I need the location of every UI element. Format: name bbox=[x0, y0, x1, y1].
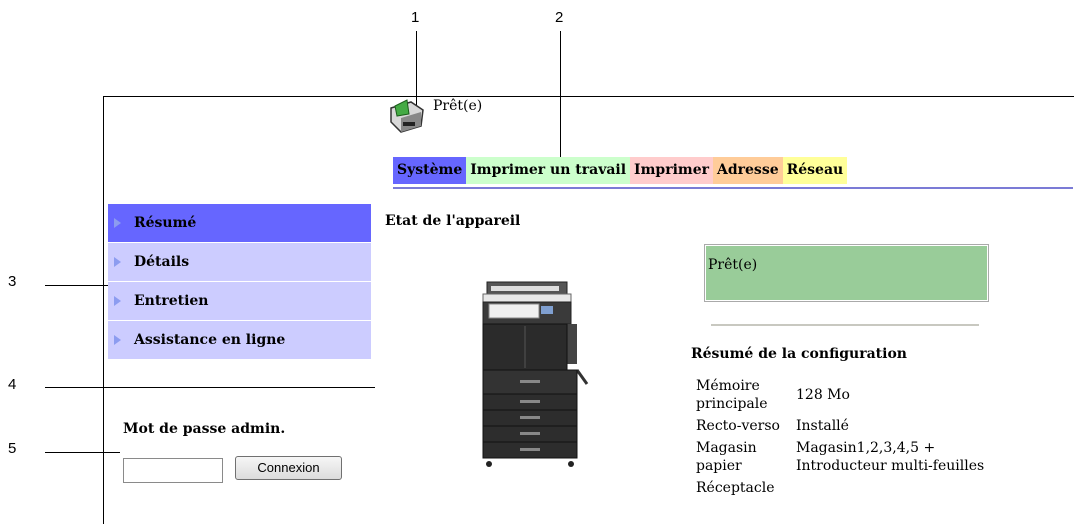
frame-left-line bbox=[103, 96, 104, 524]
tab-underline bbox=[393, 187, 1073, 189]
sidebar-item-label: Entretien bbox=[134, 293, 209, 309]
callout-1: 1 bbox=[411, 9, 420, 26]
tab-systeme[interactable]: Système bbox=[393, 157, 467, 184]
frame-top-line bbox=[103, 96, 1074, 97]
config-key: Magasin papier bbox=[696, 440, 757, 474]
callout-2: 2 bbox=[555, 9, 564, 26]
config-value: Installé bbox=[796, 418, 849, 434]
config-value: 128 Mo bbox=[796, 387, 850, 403]
login-button[interactable]: Connexion bbox=[235, 456, 342, 480]
arrow-right-icon bbox=[114, 218, 121, 228]
callout-5-leader bbox=[45, 452, 120, 453]
tab-adresse[interactable]: Adresse bbox=[713, 157, 783, 184]
table-row: Réceptacle bbox=[696, 477, 990, 499]
table-row: Mémoire principale 128 Mo bbox=[696, 375, 990, 415]
sidebar-item-assistance[interactable]: Assistance en ligne bbox=[108, 321, 371, 359]
callout-2-leader bbox=[560, 31, 561, 168]
printer-status-icon bbox=[387, 96, 427, 140]
tab-reseau[interactable]: Réseau bbox=[782, 157, 848, 184]
tab-imprimer[interactable]: Imprimer bbox=[630, 157, 713, 184]
arrow-right-icon bbox=[114, 296, 121, 306]
sidebar-item-label: Résumé bbox=[134, 215, 197, 231]
callout-1-leader bbox=[416, 31, 417, 106]
callout-4-leader bbox=[45, 387, 375, 388]
config-table: Mémoire principale 128 Mo Recto-verso In… bbox=[696, 375, 990, 499]
arrow-right-icon bbox=[114, 335, 121, 345]
sidebar-item-entretien[interactable]: Entretien bbox=[108, 282, 371, 320]
sidebar-item-resume[interactable]: Résumé bbox=[108, 204, 371, 242]
config-key: Mémoire principale bbox=[696, 378, 768, 412]
sidebar-item-details[interactable]: Détails bbox=[108, 243, 371, 281]
sidebar-item-label: Assistance en ligne bbox=[134, 332, 286, 348]
table-row: Magasin papier Magasin1,2,3,4,5 + Introd… bbox=[696, 437, 990, 477]
config-value: Magasin1,2,3,4,5 + Introducteur multi-fe… bbox=[796, 440, 985, 474]
tab-imprimer-un-travail[interactable]: Imprimer un travail bbox=[466, 157, 631, 184]
device-status-box: Prêt(e) bbox=[704, 244, 989, 302]
callout-3: 3 bbox=[8, 273, 17, 290]
sidebar-item-label: Détails bbox=[134, 254, 190, 270]
config-summary-title: Résumé de la configuration bbox=[691, 346, 907, 362]
callout-5: 5 bbox=[8, 440, 17, 457]
admin-password-title: Mot de passe admin. bbox=[123, 421, 286, 437]
main-tabs: Système Imprimer un travail Imprimer Adr… bbox=[393, 157, 848, 184]
status-text: Prêt(e) bbox=[433, 98, 483, 114]
status-bar: Prêt(e) bbox=[387, 96, 482, 138]
sidebar-menu: Résumé Détails Entretien Assistance en l… bbox=[108, 204, 371, 360]
admin-password-input[interactable] bbox=[123, 458, 223, 483]
device-image bbox=[475, 280, 590, 474]
config-key: Réceptacle bbox=[696, 480, 775, 496]
callout-4: 4 bbox=[8, 376, 17, 393]
divider bbox=[711, 324, 979, 326]
page-title: Etat de l'appareil bbox=[385, 213, 521, 229]
table-row: Recto-verso Installé bbox=[696, 415, 990, 437]
config-value bbox=[796, 477, 990, 499]
arrow-right-icon bbox=[114, 257, 121, 267]
config-key: Recto-verso bbox=[696, 418, 780, 434]
